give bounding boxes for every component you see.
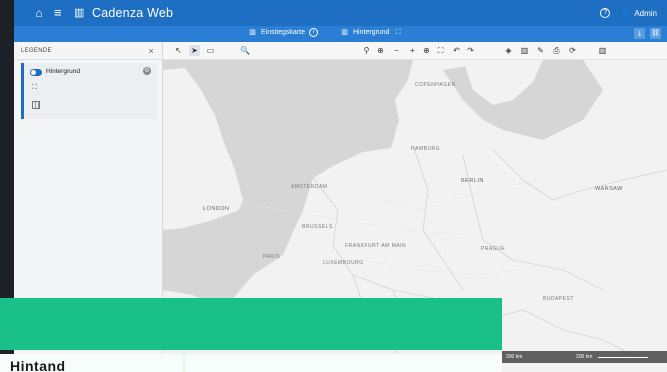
menu-icon[interactable]: ≡ [54, 6, 68, 20]
tab-einstiegskarte[interactable]: ▥ Einstiegskarte i [248, 28, 318, 37]
map-label: PRAGUE [481, 246, 506, 252]
redo-icon[interactable]: ↷ [465, 45, 476, 56]
header-actions: ? 👤 Admin [600, 0, 657, 26]
map-icon: ▥ [341, 29, 348, 36]
map-label: HAMBURG [411, 146, 441, 152]
layer-label: Hintergrund [46, 68, 80, 75]
pointer-tool-icon[interactable]: ➤ [189, 45, 200, 56]
measure-tool-icon[interactable]: ▭ [205, 45, 216, 56]
legend-title: LEGENDE [21, 47, 52, 54]
legend-header: LEGENDE × [14, 42, 162, 60]
user-name: Admin [634, 8, 657, 18]
zoom-to-extent-icon[interactable]: ⛶ [32, 84, 37, 92]
map-label: LONDON [203, 206, 230, 212]
overlay-card-title: Hintand [10, 358, 66, 372]
home-icon[interactable]: ⌂ [32, 6, 46, 20]
fullscreen-icon[interactable]: ⛶ [435, 45, 446, 56]
map-label: BRUSSELS [302, 224, 333, 230]
workspace-bar: ▥ Einstiegskarte i ▥ Hintergrund ⛶ ⤓ ⛓ [14, 26, 667, 42]
map-label: BUDAPEST [543, 296, 574, 302]
overlay-card[interactable]: Hintand [0, 354, 182, 372]
app-title: Cadenza Web [92, 6, 174, 20]
map-toolbar: ↖ ➤ ▭ 🔍 ⚲ ⊕ − + ⊕ ⛶ ↶ ↷ ◈ ▥ ✎ ⎙ ⟳ ▥ [163, 42, 667, 60]
info-icon[interactable]: i [308, 28, 318, 37]
draw-icon[interactable]: ✎ [535, 45, 546, 56]
select-tool-icon[interactable]: ↖ [173, 45, 184, 56]
layer-settings-icon[interactable]: ⚙ [143, 67, 151, 75]
map-label: LUXEMBOURG [323, 260, 364, 266]
map-icon: ▥ [74, 7, 85, 19]
zoom-in-icon[interactable]: + [407, 45, 418, 56]
scale-label-left: 200 km [506, 354, 523, 360]
zoom-area-icon[interactable]: ⊕ [421, 45, 432, 56]
link-icon[interactable]: ⛓ [650, 28, 661, 39]
tab-label: Hintergrund [353, 29, 390, 36]
search-tool-icon[interactable]: 🔍 [237, 45, 253, 56]
print-icon[interactable]: ⎙ [551, 45, 562, 56]
tab-hintergrund[interactable]: ▥ Hintergrund ⛶ [340, 28, 403, 37]
share-icon[interactable]: ⟳ [567, 45, 578, 56]
user-menu[interactable]: 👤 Admin [620, 9, 657, 18]
close-icon[interactable]: × [148, 46, 154, 56]
undo-icon[interactable]: ↶ [451, 45, 462, 56]
scale-line [598, 357, 648, 358]
basemap-thumbnail-icon [32, 101, 40, 109]
map-label: AMSTERDAM [291, 184, 328, 190]
help-icon[interactable]: ? [600, 8, 611, 18]
map-label: PARIS [263, 254, 281, 260]
download-icon[interactable]: ⤓ [634, 28, 645, 39]
legend-layer-entry[interactable]: Hintergrund ⚙ ⛶ [21, 63, 157, 119]
overlay-cards: Hintand [0, 354, 502, 372]
overlay-card[interactable] [186, 354, 502, 372]
crosshair-icon[interactable]: ⊕ [375, 45, 386, 56]
tab-label: Einstiegskarte [261, 29, 305, 36]
locate-icon[interactable]: ⚲ [361, 45, 372, 56]
expand-icon[interactable]: ⛶ [394, 28, 403, 37]
scale-label-right: 200 km [576, 354, 593, 360]
map-add-icon[interactable]: ▥ [519, 45, 530, 56]
zoom-out-icon[interactable]: − [391, 45, 402, 56]
map-scale-bar: 200 km 200 km [502, 351, 667, 363]
map-icon: ▥ [249, 29, 256, 36]
user-icon: 👤 [620, 8, 631, 18]
map-label: COPENHAGEN [415, 82, 456, 88]
map-label: BERLIN [461, 178, 484, 184]
workspace-actions: ⤓ ⛓ [634, 28, 661, 39]
map-label: FRANKFURT AM MAIN [345, 243, 407, 249]
map-view-icon[interactable]: ▥ [597, 45, 608, 56]
map-label: WARSAW [595, 186, 623, 192]
layers-icon[interactable]: ◈ [503, 45, 514, 56]
layer-visibility-toggle[interactable] [30, 69, 42, 76]
app-header: ⌂ ≡ ▥ Cadenza Web ? 👤 Admin [14, 0, 667, 26]
overlay-banner [0, 298, 502, 350]
